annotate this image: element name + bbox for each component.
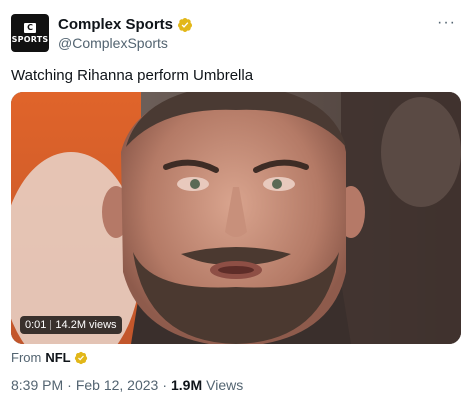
video-thumbnail — [11, 92, 461, 344]
tweet-views-label: Views — [206, 377, 244, 393]
avatar-logo-mark: C — [24, 22, 36, 33]
tweet-text: Watching Rihanna perform Umbrella — [11, 67, 254, 84]
video-stats-pill: 0:01 14.2M views — [20, 316, 122, 334]
tweet-meta: 8:39 PM · Feb 12, 2023 · 1.9M Views — [11, 377, 243, 393]
meta-separator: · — [67, 377, 72, 393]
verified-badge-icon — [178, 17, 193, 32]
video-views: 14.2M views — [55, 319, 117, 331]
source-prefix: From — [11, 350, 42, 365]
pill-divider — [50, 320, 52, 330]
avatar[interactable]: C SPORTS — [11, 14, 49, 52]
source-name[interactable]: NFL — [45, 350, 70, 365]
author-handle[interactable]: @ComplexSports — [58, 35, 168, 51]
tweet-date[interactable]: Feb 12, 2023 — [76, 377, 159, 393]
author-name-row: Complex Sports — [58, 16, 193, 33]
tweet-views-count: 1.9M — [171, 377, 203, 393]
video-source: From NFL — [11, 350, 88, 365]
video-player[interactable]: 0:01 14.2M views — [11, 92, 461, 344]
avatar-logo-text: SPORTS — [11, 34, 49, 44]
author-display-name[interactable]: Complex Sports — [58, 16, 173, 33]
verified-badge-icon — [74, 351, 87, 364]
meta-separator: · — [162, 377, 167, 393]
video-time: 0:01 — [25, 319, 47, 331]
more-horizontal-icon[interactable]: ··· — [437, 14, 456, 32]
tweet-time[interactable]: 8:39 PM — [11, 377, 63, 393]
